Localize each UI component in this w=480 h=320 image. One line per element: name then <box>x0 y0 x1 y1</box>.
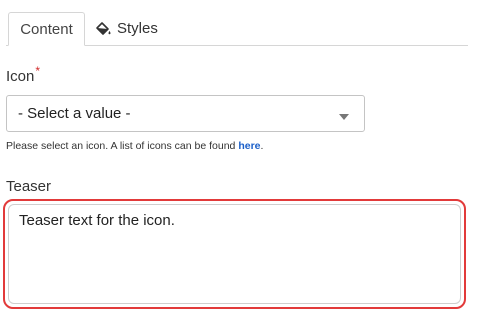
icon-help-text: Please select an icon. A list of icons c… <box>6 140 263 152</box>
tab-styles-label: Styles <box>117 20 158 37</box>
teaser-textarea[interactable]: Teaser text for the icon. <box>3 199 466 309</box>
tab-bar: Content Styles <box>6 12 468 46</box>
paint-bucket-icon <box>94 20 112 38</box>
tab-content[interactable]: Content <box>8 12 85 46</box>
required-marker: * <box>35 64 41 78</box>
icon-label-text: Icon <box>6 68 35 85</box>
tab-styles[interactable]: Styles <box>90 12 158 45</box>
chevron-down-icon <box>338 109 350 120</box>
teaser-textarea-value: Teaser text for the icon. <box>19 212 175 229</box>
tab-content-label: Content <box>20 20 73 38</box>
icon-help-suffix: . <box>260 140 264 152</box>
icon-select-value: - Select a value - <box>18 105 131 122</box>
icon-select[interactable]: - Select a value - <box>6 95 365 132</box>
icons-list-link[interactable]: here <box>238 140 260 152</box>
edit-form: Content Styles Icon* - Select a value - … <box>0 0 480 320</box>
icon-help-prefix: Please select an icon. A list of icons c… <box>6 140 239 152</box>
teaser-field-label: Teaser <box>6 178 52 195</box>
icon-field-label: Icon* <box>6 64 40 85</box>
